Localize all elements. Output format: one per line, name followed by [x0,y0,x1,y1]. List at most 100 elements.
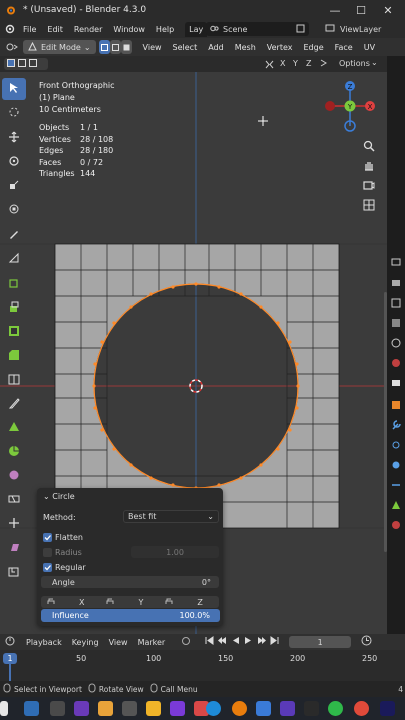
menu-file[interactable]: File [23,25,36,34]
playhead-frame[interactable]: 1 [3,653,17,664]
scene-properties-icon[interactable] [391,338,401,348]
scale-tool-button[interactable] [2,175,26,197]
header-menu-uv[interactable]: UV [364,43,375,52]
annotate-tool-button[interactable] [2,224,26,246]
physics-properties-icon[interactable] [391,460,401,470]
rotate-tool-button[interactable] [2,151,26,173]
taskbar-app-icon[interactable] [170,701,185,716]
radius-field[interactable]: 1.00 [131,546,219,558]
object-properties-icon[interactable] [391,400,401,410]
camera-view-icon[interactable] [360,176,378,194]
header-menu-vertex[interactable]: Vertex [267,43,293,52]
close-button[interactable]: ✕ [376,0,400,20]
shrink-fatten-tool-button[interactable] [2,513,26,535]
search-box-edge[interactable] [0,701,8,716]
tool-properties-icon[interactable] [391,256,401,266]
move-tool-button[interactable] [2,127,26,149]
knife-tool-button[interactable] [2,393,26,415]
taskbar-app-icon[interactable] [122,701,137,716]
auto-keying-clock-icon[interactable] [361,635,372,649]
folder-icon[interactable] [146,701,161,716]
header-menu-add[interactable]: Add [208,43,224,52]
taskbar-app-icon[interactable] [74,701,89,716]
pan-hand-icon[interactable] [360,156,378,174]
timeline-menu-view[interactable]: View [109,638,128,647]
chrome-icon[interactable] [354,701,369,716]
header-menu-mesh[interactable]: Mesh [235,43,256,52]
lock-x-icon[interactable] [47,598,55,607]
taskbar-app-icon[interactable] [280,701,295,716]
bevel-tool-button[interactable] [2,345,26,367]
blender-menu-icon[interactable] [3,22,17,36]
timeline-area[interactable]: 1 50 100 150 200 250 [0,650,405,681]
radius-checkbox[interactable] [43,548,52,557]
premiere-icon[interactable] [380,701,395,716]
edge-browser-icon[interactable] [206,701,221,716]
menu-window[interactable]: Window [113,25,145,34]
mirror-topology-icon[interactable] [319,58,329,70]
lock-axis-y[interactable]: Y [138,598,143,607]
navigation-gizmo[interactable]: Z X Y [322,78,382,138]
timeline-menu-keying[interactable]: Keying [72,638,99,647]
lock-z-icon[interactable] [165,598,173,607]
gizmo-x-negative[interactable] [325,101,335,111]
particles-properties-icon[interactable] [391,440,401,450]
taskbar-app-icon[interactable] [24,701,39,716]
workspace-tab-layout[interactable]: Lay [185,21,208,37]
spin-tool-button[interactable] [2,441,26,463]
transform-tool-button[interactable] [2,199,26,221]
select-tool-button[interactable] [2,78,26,100]
loop-cut-tool-button[interactable] [2,369,26,391]
mode-selector[interactable]: Edit Mode ⌄ [23,40,96,54]
firefox-icon[interactable] [232,701,247,716]
taskbar-app-icon[interactable] [256,701,271,716]
scene-selector[interactable]: Scene [206,22,309,36]
influence-slider[interactable]: Influence 100.0% [41,609,220,622]
inset-tool-button[interactable] [2,321,26,343]
play-icon[interactable] [244,636,253,648]
poly-build-tool-button[interactable] [2,417,26,439]
options-menu[interactable]: Options [339,59,370,68]
constraints-properties-icon[interactable] [391,480,401,490]
add-cube-tool-button[interactable] [2,273,26,295]
regular-checkbox[interactable] [43,563,52,572]
header-menu-edge[interactable]: Edge [304,43,324,52]
mirror-icon[interactable] [262,58,276,70]
header-menu-face[interactable]: Face [335,43,353,52]
material-properties-icon[interactable] [391,520,401,530]
taskbar-app-icon[interactable] [50,701,65,716]
header-menu-select[interactable]: Select [173,43,198,52]
editor-type-icon[interactable] [3,40,21,54]
current-frame-field[interactable]: 1 [289,636,352,648]
timeline-menu-playback[interactable]: Playback [26,638,62,647]
lock-axis-x[interactable]: X [79,598,84,607]
panel-header[interactable]: ⌄ Circle [43,492,75,501]
menu-render[interactable]: Render [74,25,102,34]
face-select-button[interactable] [120,40,132,54]
view-layer-properties-icon[interactable] [391,318,401,328]
mirror-axis-x[interactable]: X [280,59,285,68]
next-keyframe-icon[interactable] [257,636,267,648]
rip-tool-button[interactable] [2,561,26,583]
mirror-axis-y[interactable]: Y [293,59,298,68]
measure-tool-button[interactable] [2,248,26,270]
menu-help[interactable]: Help [156,25,174,34]
zoom-icon[interactable] [360,137,378,155]
header-menu-view[interactable]: View [143,43,162,52]
data-properties-icon[interactable] [391,500,401,510]
cursor-tool-button[interactable] [2,102,26,124]
perspective-grid-icon[interactable] [360,196,378,214]
extrude-tool-button[interactable] [2,297,26,319]
mirror-axis-z[interactable]: Z [306,59,311,68]
record-icon[interactable] [181,636,191,649]
maximize-button[interactable]: ☐ [349,0,373,20]
output-properties-icon[interactable] [391,298,401,308]
whatsapp-icon[interactable] [328,701,343,716]
edge-select-button[interactable] [109,40,121,54]
taskbar-app-icon[interactable] [304,701,319,716]
taskbar-app-icon[interactable] [98,701,113,716]
minimize-button[interactable]: — [323,0,347,20]
method-dropdown[interactable]: Best fit ⌄ [123,510,219,523]
world-properties-icon[interactable] [391,358,401,368]
menu-edit[interactable]: Edit [47,25,63,34]
